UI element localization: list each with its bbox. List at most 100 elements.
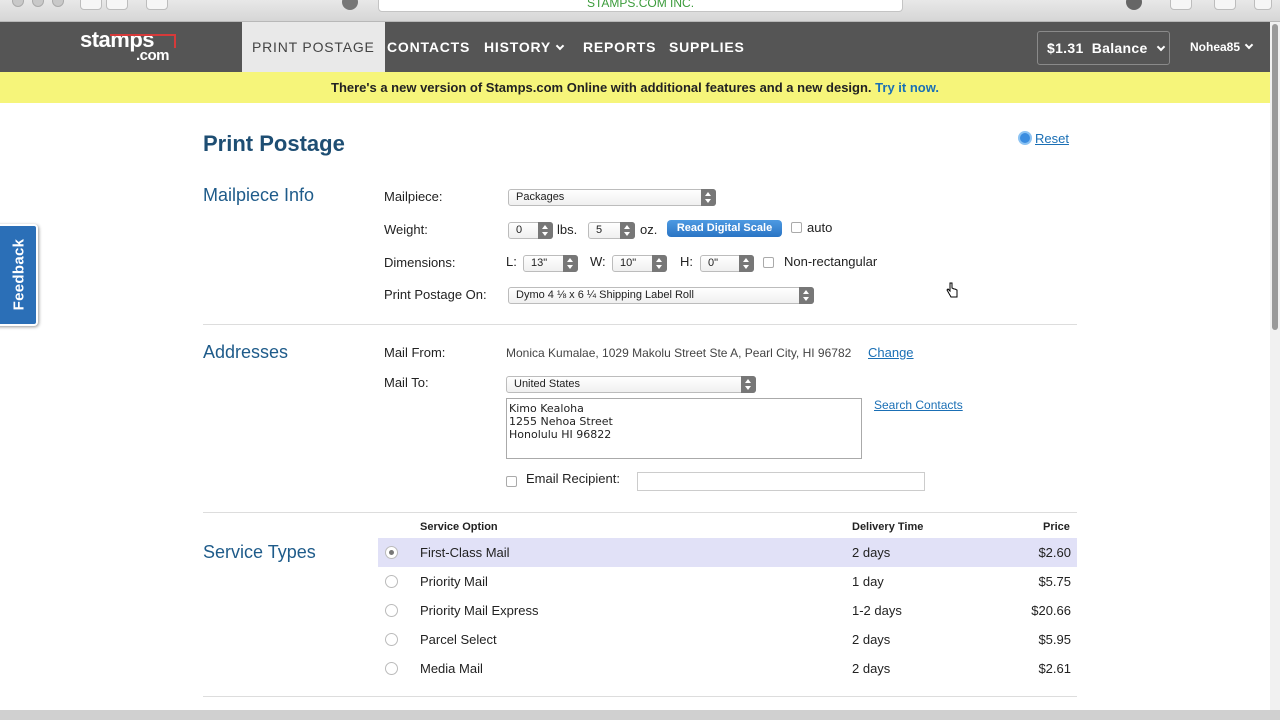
reset-icon [1018, 131, 1032, 145]
mailpiece-select[interactable]: Packages [508, 189, 716, 206]
select-arrows-icon [739, 255, 754, 272]
service-price: $2.60 [1038, 545, 1071, 560]
service-price: $5.75 [1038, 574, 1071, 589]
page-scrollbar[interactable] [1270, 22, 1280, 710]
weight-lbs-select[interactable]: 0 [508, 222, 553, 239]
logo-suffix-text: .com [136, 47, 170, 64]
balance-amount: $1.31 [1047, 40, 1084, 56]
new-version-banner: There's a new version of Stamps.com Onli… [0, 72, 1270, 103]
select-arrows-icon [620, 222, 635, 239]
address-bar[interactable]: STAMPS.COM INC. [378, 0, 903, 12]
delivery-time-header: Delivery Time [852, 521, 924, 533]
sidebar-icon[interactable] [146, 0, 168, 10]
search-contacts-link[interactable]: Search Contacts [874, 398, 963, 412]
read-digital-scale-button[interactable]: Read Digital Scale [667, 220, 782, 237]
close-window-icon[interactable] [12, 0, 24, 7]
zoom-window-icon[interactable] [52, 0, 64, 7]
service-row[interactable]: Media Mail 2 days $2.61 [378, 654, 1077, 683]
feedback-tab[interactable]: Feedback [0, 224, 38, 326]
download-icon[interactable] [1126, 0, 1142, 10]
service-delivery-time: 2 days [852, 632, 891, 647]
service-price: $2.61 [1038, 661, 1071, 676]
email-recipient-checkbox[interactable] [506, 476, 517, 487]
service-price: $20.66 [1031, 603, 1071, 618]
service-radio[interactable] [385, 662, 398, 675]
height-select[interactable]: 0" [700, 255, 754, 272]
addresses-title: Addresses [203, 342, 289, 362]
country-value: United States [514, 378, 581, 390]
user-menu[interactable]: Nohea85 [1190, 22, 1254, 72]
service-radio[interactable] [385, 546, 398, 559]
length-label: L: [506, 254, 517, 269]
username: Nohea85 [1190, 40, 1241, 54]
change-from-link[interactable]: Change [868, 345, 914, 360]
chevron-down-icon [1156, 42, 1165, 52]
minimize-window-icon[interactable] [32, 0, 44, 7]
weight-label: Weight: [384, 222, 428, 237]
service-row[interactable]: Priority Mail Express 1-2 days $20.66 [378, 596, 1077, 625]
new-tab-icon[interactable] [1254, 0, 1272, 10]
nav-reports[interactable]: REPORTS [583, 22, 656, 72]
balance-button[interactable]: $1.31 Balance [1037, 31, 1170, 65]
hand-cursor-icon [946, 282, 958, 298]
reset-label: Reset [1035, 131, 1069, 146]
nav-history[interactable]: HISTORY [484, 22, 565, 72]
mail-to-address-text: Kimo Kealoha 1255 Nehoa Street Honolulu … [509, 402, 613, 441]
service-delivery-time: 2 days [852, 661, 891, 676]
lbs-unit: lbs. [557, 222, 578, 237]
weight-oz-select[interactable]: 5 [588, 222, 635, 239]
top-navigation: stamps .com PRINT POSTAGE CONTACTS HISTO… [0, 22, 1270, 72]
service-name: Priority Mail [420, 574, 488, 589]
service-row[interactable]: Parcel Select 2 days $5.95 [378, 625, 1077, 654]
forward-icon[interactable] [106, 0, 128, 10]
service-row[interactable]: First-Class Mail 2 days $2.60 [378, 538, 1077, 567]
select-arrows-icon [799, 287, 814, 304]
service-delivery-time: 2 days [852, 545, 891, 560]
service-delivery-time: 1 day [852, 574, 884, 589]
mail-to-address-textarea[interactable]: Kimo Kealoha 1255 Nehoa Street Honolulu … [506, 398, 862, 459]
reset-link[interactable]: Reset [1018, 131, 1069, 146]
try-it-now-link[interactable]: Try it now. [875, 80, 939, 95]
scrollbar-thumb[interactable] [1272, 24, 1278, 330]
service-radio[interactable] [385, 604, 398, 617]
mailpiece-label: Mailpiece: [384, 189, 443, 204]
mail-from-label: Mail From: [384, 345, 446, 360]
service-name: Media Mail [420, 661, 483, 676]
email-recipient-input[interactable] [637, 472, 925, 491]
service-radio[interactable] [385, 633, 398, 646]
back-icon[interactable] [80, 0, 102, 10]
section-divider [203, 324, 1077, 325]
pinterest-icon[interactable] [342, 0, 358, 10]
service-row[interactable]: Priority Mail 1 day $5.75 [378, 567, 1077, 596]
nav-supplies[interactable]: SUPPLIES [669, 22, 745, 72]
mail-from-value: Monica Kumalae, 1029 Makolu Street Ste A… [506, 346, 852, 360]
os-dock [0, 710, 1280, 720]
mail-to-label: Mail To: [384, 375, 429, 390]
height-label: H: [680, 254, 693, 269]
share-icon[interactable] [1170, 0, 1192, 10]
auto-checkbox[interactable] [791, 222, 802, 233]
length-select[interactable]: 13" [523, 255, 578, 272]
mailpiece-info-title: Mailpiece Info [203, 185, 315, 205]
tabs-icon[interactable] [1214, 0, 1236, 10]
oz-unit: oz. [640, 222, 658, 237]
country-select[interactable]: United States [506, 376, 756, 393]
page-title: Print Postage [203, 131, 345, 156]
balance-label: Balance [1091, 40, 1148, 56]
service-price: $5.95 [1038, 632, 1071, 647]
browser-toolbar: STAMPS.COM INC. [0, 0, 1280, 22]
url-title: STAMPS.COM INC. [586, 0, 695, 10]
section-divider [203, 696, 1077, 697]
dimensions-label: Dimensions: [384, 255, 456, 270]
height-value: 0" [708, 257, 719, 269]
stamps-logo[interactable]: stamps .com [80, 29, 176, 66]
service-radio[interactable] [385, 575, 398, 588]
non-rectangular-checkbox[interactable] [763, 257, 774, 268]
width-select[interactable]: 10" [612, 255, 667, 272]
chevron-down-icon [555, 41, 565, 51]
weight-lbs-value: 0 [516, 224, 523, 236]
nav-contacts[interactable]: CONTACTS [387, 22, 470, 72]
nav-print-postage[interactable]: PRINT POSTAGE [242, 22, 385, 72]
print-postage-on-select[interactable]: Dymo 4 ⅛ x 6 ¼ Shipping Label Roll [508, 287, 814, 304]
email-recipient-label: Email Recipient: [526, 471, 620, 486]
